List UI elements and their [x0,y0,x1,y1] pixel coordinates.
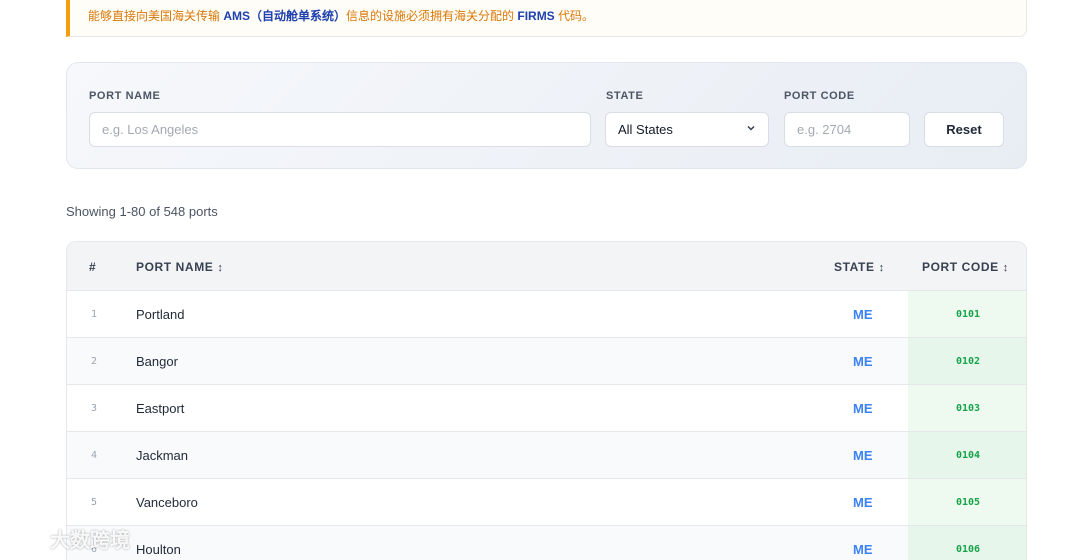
header-port-name[interactable]: PORT NAME ↕ [136,260,224,274]
port-code-label: PORT CODE [784,90,855,102]
port-code-input[interactable] [784,112,910,147]
table-row[interactable]: 2 Bangor ME 0102 [67,338,1026,385]
port-name-cell: Houlton [136,542,181,557]
notice-suffix: 代码。 [554,9,595,23]
sort-icon: ↕ [217,262,224,274]
state-select-value: All States [618,122,673,137]
state-cell: ME [853,354,873,369]
port-name-cell: Bangor [136,354,178,369]
header-state[interactable]: STATE ↕ [834,260,885,274]
port-name-cell: Jackman [136,448,189,463]
port-name-cell: Portland [136,307,185,322]
state-cell: ME [853,401,873,416]
state-cell: ME [853,495,873,510]
row-number: 2 [91,356,98,367]
notice-firms-term: FIRMS [517,9,555,23]
port-code-cell: 0103 [908,385,1026,431]
state-cell: ME [853,542,873,557]
watermark: 大数跨境 [8,524,130,553]
state-select[interactable]: All States [605,112,769,147]
row-number: 5 [91,497,98,508]
header-port-code[interactable]: PORT CODE ↕ [922,260,1009,274]
row-number: 4 [91,450,98,461]
port-name-cell: Eastport [136,401,185,416]
sort-icon: ↕ [878,262,885,274]
port-name-input[interactable] [89,112,591,147]
table-row[interactable]: 4 Jackman ME 0104 [67,432,1026,479]
page: 能够直接向美国海关传输 AMS（自动舱单系统）信息的设施必须拥有海关分配的 FI… [0,0,1080,560]
row-number: 1 [91,309,98,320]
table-row[interactable]: 1 Portland ME 0101 [67,291,1026,338]
port-code-cell: 0101 [908,291,1026,337]
results-summary: Showing 1-80 of 548 ports [66,204,218,219]
header-port-code-label: PORT CODE [922,260,999,274]
notice-prefix: 能够直接向美国海关传输 [88,9,224,23]
table-row[interactable]: 5 Vanceboro ME 0105 [67,479,1026,526]
filter-panel: PORT NAME STATE All States PORT CODE Res… [66,62,1027,169]
port-code-cell: 0102 [908,338,1026,384]
sort-icon: ↕ [1002,262,1009,274]
firms-notice-banner: 能够直接向美国海关传输 AMS（自动舱单系统）信息的设施必须拥有海关分配的 FI… [66,0,1027,37]
port-name-cell: Vanceboro [136,495,198,510]
brand-logo-icon [8,527,46,551]
table-row[interactable]: 3 Eastport ME 0103 [67,385,1026,432]
header-port-name-label: PORT NAME [136,260,214,274]
table-header: # PORT NAME ↕ STATE ↕ PORT CODE ↕ [67,242,1026,291]
ports-table: # PORT NAME ↕ STATE ↕ PORT CODE ↕ 1 Portlan… [66,241,1027,560]
port-code-cell: 0105 [908,479,1026,525]
state-label: STATE [606,90,644,102]
state-cell: ME [853,307,873,322]
notice-middle: 信息的设施必须拥有海关分配的 [346,9,518,23]
reset-button[interactable]: Reset [924,112,1004,147]
header-number: # [89,260,97,274]
header-state-label: STATE [834,260,875,274]
table-row[interactable]: 6 Houlton ME 0106 [67,526,1026,560]
state-cell: ME [853,448,873,463]
notice-ams-term: AMS（自动舱单系统） [223,9,347,23]
port-code-cell: 0106 [908,526,1026,560]
port-code-cell: 0104 [908,432,1026,478]
row-number: 3 [91,403,98,414]
chevron-down-icon [746,123,756,136]
port-name-label: PORT NAME [89,90,161,102]
watermark-text: 大数跨境 [50,530,130,552]
